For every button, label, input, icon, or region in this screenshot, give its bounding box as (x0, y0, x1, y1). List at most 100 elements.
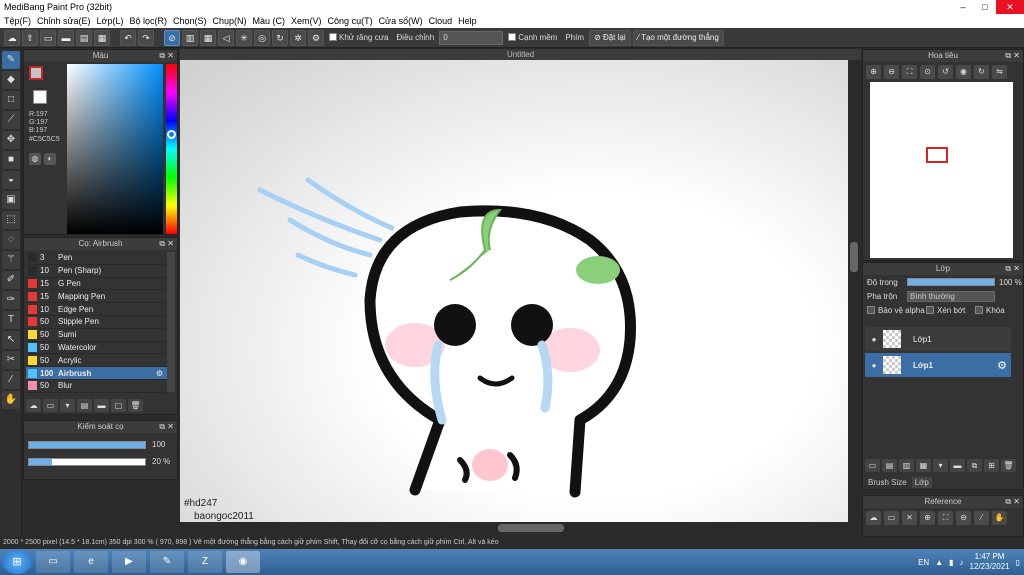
merge-layer-icon[interactable]: ⊞ (984, 459, 999, 472)
flip-icon[interactable]: ⇋ (992, 65, 1007, 79)
panel-close-icon[interactable]: ⧉ ✕ (159, 50, 174, 62)
start-button-icon[interactable]: ⊞ (2, 550, 32, 574)
menu-filter[interactable]: Bộ lọc(R) (129, 14, 173, 28)
upload-icon[interactable]: ⇪ (22, 29, 38, 46)
brush-folder-icon[interactable]: ▬ (94, 399, 109, 412)
fit-icon[interactable]: ⛶ (938, 511, 953, 525)
canvas-horizontal-scrollbar[interactable] (180, 522, 848, 534)
eyedropper-icon[interactable]: ⁄ (974, 511, 989, 525)
menu-cloud[interactable]: Cloud (429, 14, 459, 28)
reset-button[interactable]: ⊘ Đặt lại (589, 29, 631, 46)
antialias-option[interactable]: Khử răng cưa (326, 30, 391, 46)
foreground-color-swatch[interactable] (29, 66, 43, 80)
grid-icon[interactable]: ▦ (94, 29, 110, 46)
background-color-swatch[interactable] (33, 90, 47, 104)
tab-layer[interactable]: Lớp (911, 477, 932, 488)
brush-item[interactable]: 50 Sumi (26, 329, 167, 342)
duplicate-layer-icon[interactable]: ⧉ (967, 459, 982, 472)
saturation-value-picker[interactable] (67, 64, 163, 234)
divide-tool-icon[interactable]: ✂ (2, 351, 20, 369)
antialias-checkbox[interactable] (329, 33, 337, 42)
panel-close-icon[interactable]: ⧉ ✕ (1005, 263, 1020, 275)
tab-brush-size[interactable]: Brush Size (865, 477, 910, 488)
rotate-right-icon[interactable]: ↻ (974, 65, 989, 79)
visibility-icon[interactable]: ● (869, 361, 879, 370)
parallel-snap-icon[interactable]: ▥ (182, 29, 198, 46)
brush-item[interactable]: 100 Airbrush ⚙ (26, 367, 167, 380)
show-desktop-icon[interactable]: ▯ (1016, 558, 1020, 567)
drawing-canvas[interactable]: #hd247 baongoc2011 (180, 60, 848, 522)
cloud-icon[interactable]: ☁ (4, 29, 20, 46)
hue-slider-handle[interactable] (167, 130, 176, 139)
settings-icon[interactable]: ⚙ (308, 29, 324, 46)
canvas-tab-title[interactable]: Untitled (180, 49, 861, 60)
canvas-vertical-scrollbar[interactable] (848, 60, 860, 522)
vanish-snap-icon[interactable]: ✲ (290, 29, 306, 46)
text-tool-icon[interactable]: T (2, 311, 20, 329)
navigator-preview[interactable] (870, 82, 1013, 258)
fit-icon[interactable]: ⛶ (902, 65, 917, 79)
line-button[interactable]: ⁄ Tạo một đường thẳng (632, 29, 724, 46)
new-1bit-layer-icon[interactable]: ▦ (916, 459, 931, 472)
save-icon[interactable]: ▤ (76, 29, 92, 46)
panel-close-icon[interactable]: ⧉ ✕ (159, 421, 174, 433)
brush-item[interactable]: 15 G Pen (26, 278, 167, 291)
brush-item[interactable]: 50 Watercolor (26, 342, 167, 355)
zoom-in-icon[interactable]: ⊕ (866, 65, 881, 79)
volume-icon[interactable]: ♪ (960, 558, 964, 567)
layer-menu-icon[interactable]: ▾ (933, 459, 948, 472)
brush-item[interactable]: 50 Acrylic (26, 354, 167, 368)
curve-snap-icon[interactable]: ↻ (272, 29, 288, 46)
media-player-icon[interactable]: ▶ (112, 551, 146, 573)
palette-icon[interactable]: ◍ (29, 153, 41, 165)
minimize-button[interactable]: – (952, 0, 974, 14)
brush-duplicate-icon[interactable]: ▢ (111, 399, 126, 412)
panel-close-icon[interactable]: ⧉ ✕ (1005, 496, 1020, 508)
menu-select[interactable]: Chọn(S) (173, 14, 213, 28)
select-tool-icon[interactable]: ⬚ (2, 211, 20, 229)
new-8bit-layer-icon[interactable]: ▥ (899, 459, 914, 472)
new-brush-icon[interactable]: ▭ (43, 399, 58, 412)
chrome-app-icon[interactable]: ◉ (226, 551, 260, 573)
brush-list-scrollbar[interactable] (167, 252, 175, 392)
brush-item[interactable]: 50 Blur (26, 380, 167, 393)
eyedropper-tool-icon[interactable]: ⁄ (2, 371, 20, 389)
magic-wand-tool-icon[interactable]: ⚚ (2, 251, 20, 269)
menu-help[interactable]: Help (458, 14, 483, 28)
protect-alpha-checkbox[interactable] (867, 306, 875, 314)
brush-settings-icon[interactable]: ⚙ (156, 369, 163, 378)
radial-snap-icon[interactable]: ✳ (236, 29, 252, 46)
zalo-app-icon[interactable]: Z (188, 551, 222, 573)
edge-checkbox[interactable] (508, 33, 517, 42)
hand-tool-icon[interactable]: ✋ (2, 391, 20, 409)
internet-explorer-icon[interactable]: e (74, 551, 108, 573)
menu-window[interactable]: Cửa sổ(W) (379, 14, 429, 28)
clipping-checkbox[interactable] (926, 306, 934, 314)
menu-edit[interactable]: Chỉnh sửa(E) (37, 14, 97, 28)
operation-tool-icon[interactable]: ↖ (2, 331, 20, 349)
zoom-actual-icon[interactable]: ⊙ (920, 65, 935, 79)
panel-close-icon[interactable]: ⧉ ✕ (159, 238, 174, 250)
new-halftone-layer-icon[interactable]: ▤ (882, 459, 897, 472)
layer-settings-icon[interactable]: ⚙ (997, 359, 1007, 372)
hue-slider[interactable] (166, 64, 177, 234)
brush-opacity-slider[interactable] (28, 458, 146, 466)
brush-item[interactable]: 3 Pen (26, 252, 167, 265)
brush-item[interactable]: 50 Stipple Pen (26, 316, 167, 329)
visibility-icon[interactable]: ● (869, 335, 879, 344)
brush-item[interactable]: 10 Pen (Sharp) (26, 265, 167, 278)
move-tool-icon[interactable]: ✥ (2, 131, 20, 149)
trash-icon[interactable]: 🗑 (1001, 459, 1016, 472)
brush-menu-icon[interactable]: ▾ (60, 399, 75, 412)
layer-opacity-slider[interactable] (907, 278, 995, 286)
folder-icon[interactable]: ▭ (40, 29, 56, 46)
layer-folder-icon[interactable]: ▬ (950, 459, 965, 472)
input-language[interactable]: EN (918, 558, 929, 567)
edge-option[interactable]: Cạnh mềm (505, 30, 560, 46)
network-icon[interactable]: ▮ (949, 558, 953, 567)
new-layer-icon[interactable]: ▭ (865, 459, 880, 472)
layer-item-selected[interactable]: ● Lớp1 ⚙ (865, 353, 1011, 377)
lasso-tool-icon[interactable]: ◌ (2, 231, 20, 249)
open-ref-icon[interactable]: ▭ (884, 511, 899, 525)
brush-tool-icon[interactable]: ✎ (2, 51, 20, 69)
